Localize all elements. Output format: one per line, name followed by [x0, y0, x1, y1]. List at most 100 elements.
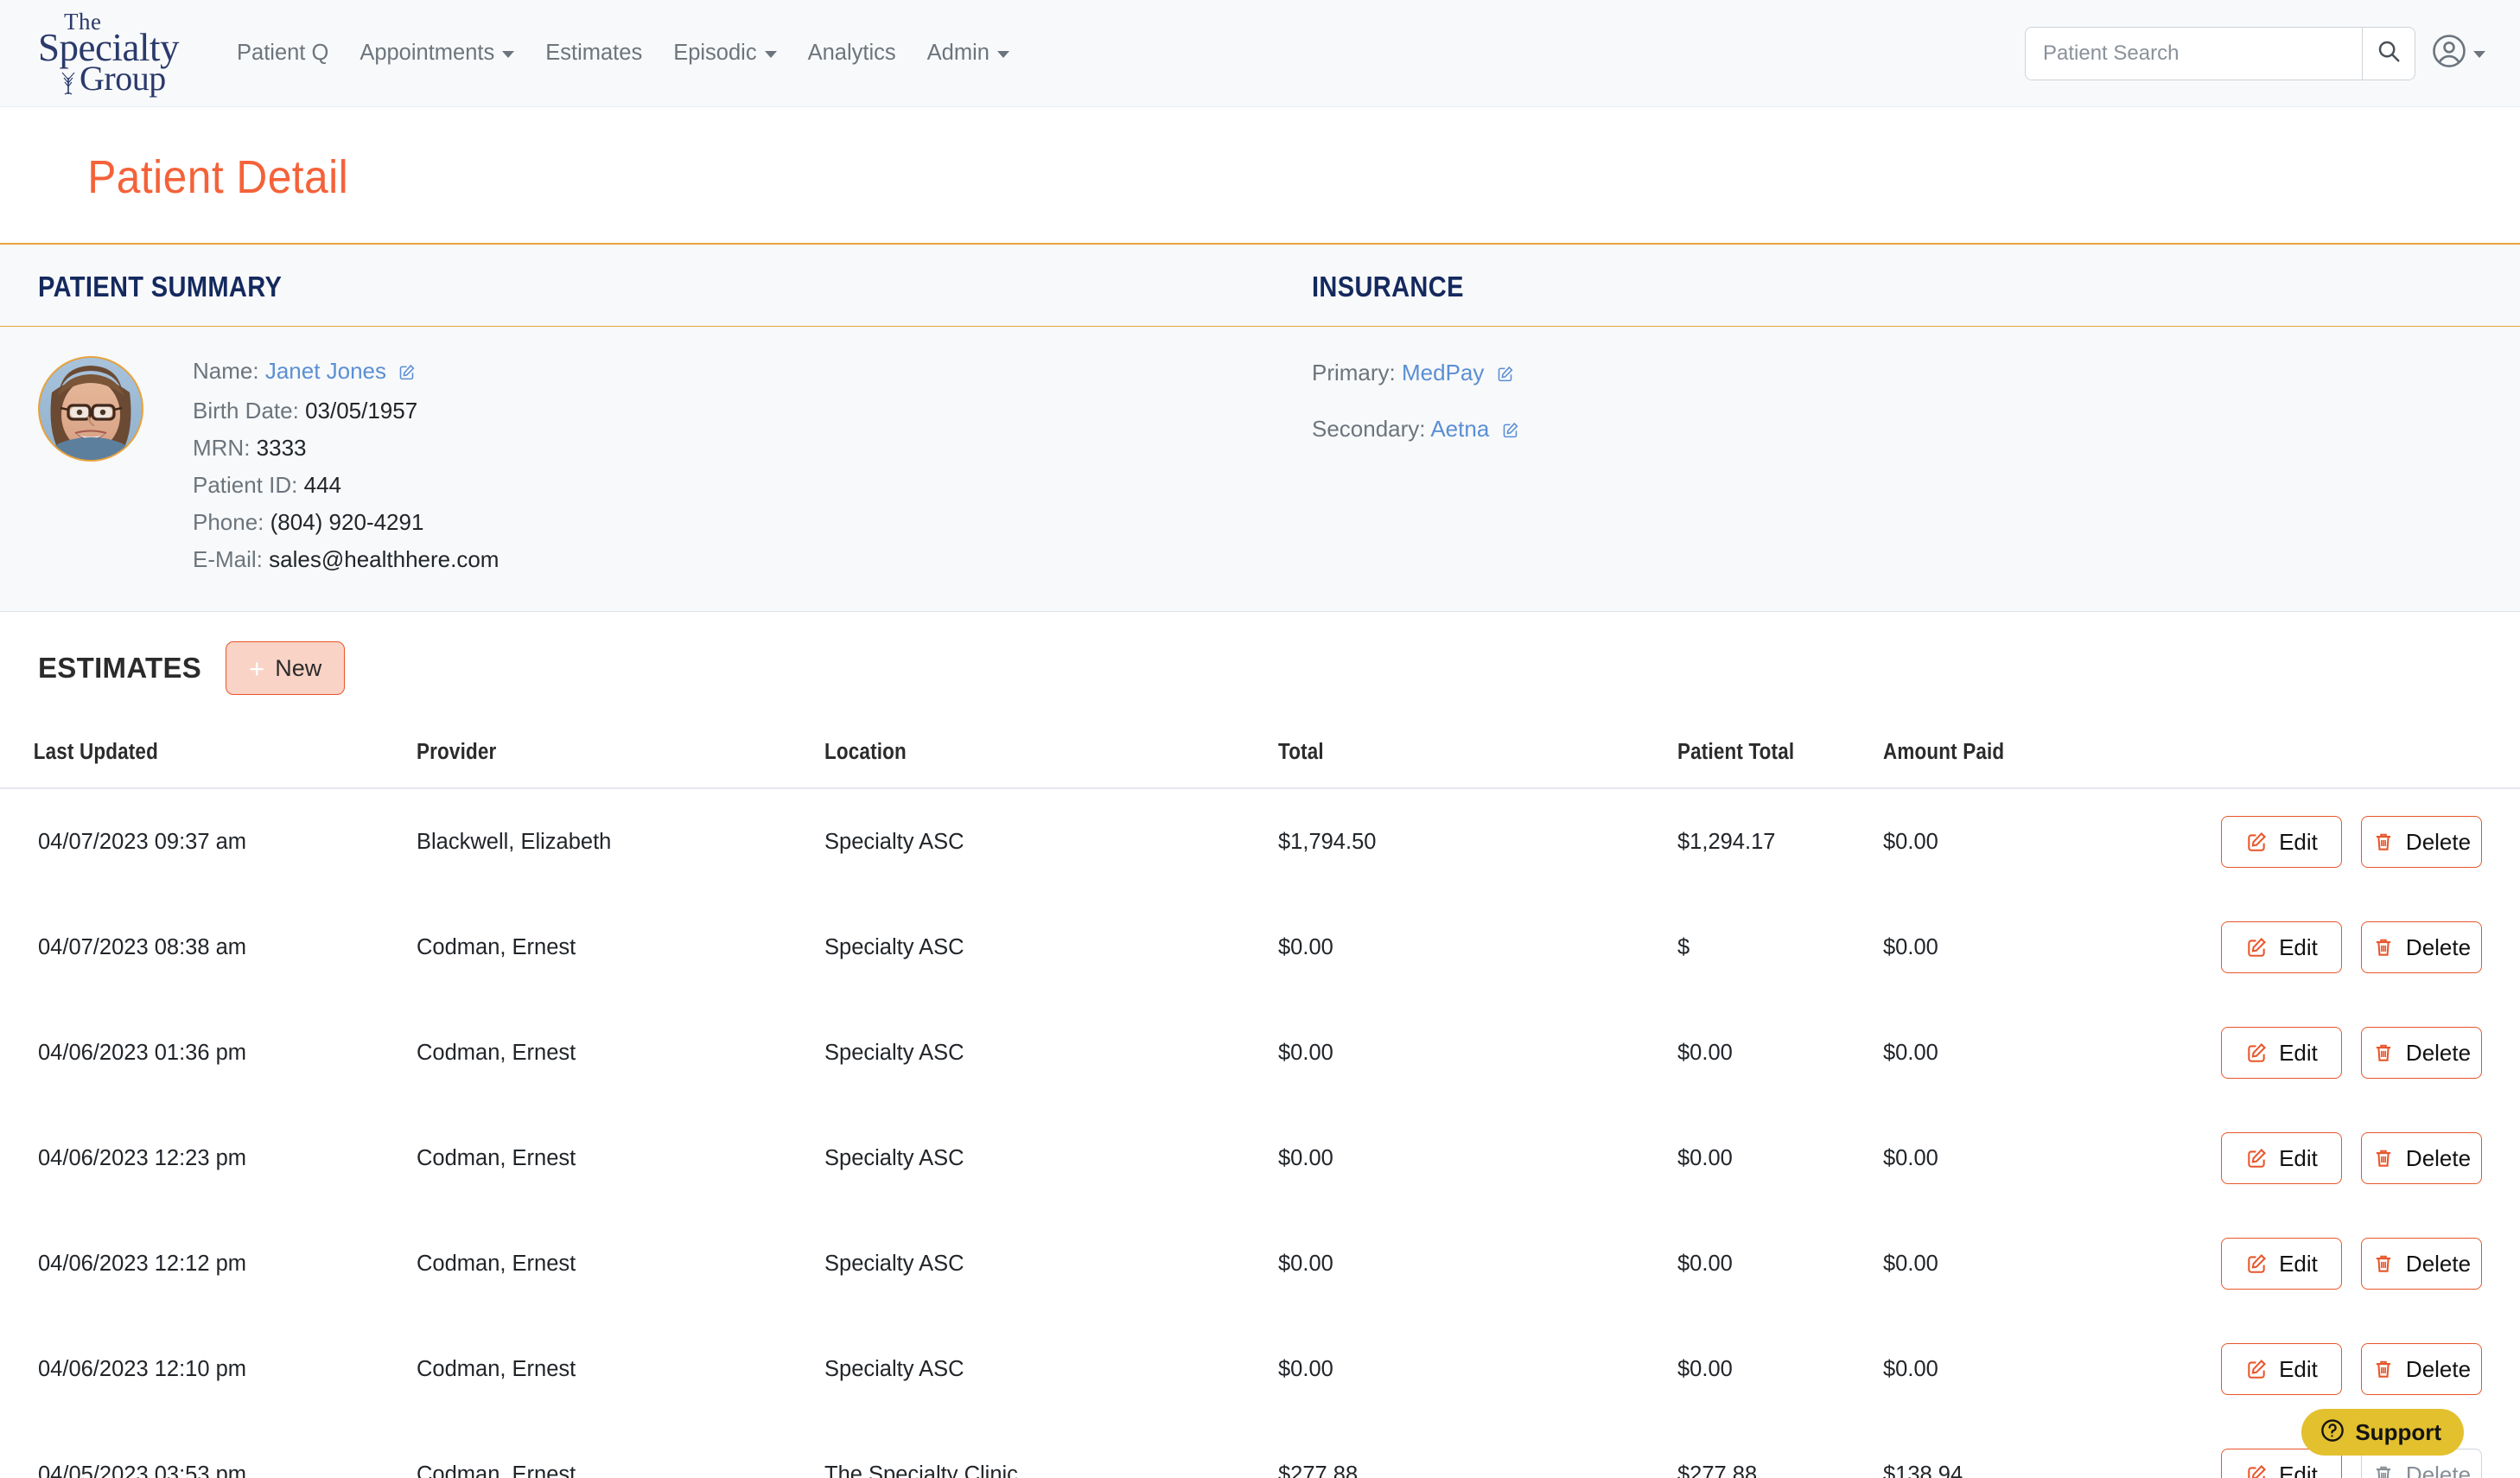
- nav-item-appointments[interactable]: Appointments: [344, 32, 530, 74]
- delete-label: Delete: [2405, 1355, 2472, 1382]
- edit-button[interactable]: Edit: [2221, 1343, 2342, 1395]
- cell-patient-total: $0.00: [1677, 1040, 1733, 1065]
- delete-button[interactable]: Delete: [2361, 1343, 2482, 1395]
- edit-label: Edit: [2279, 828, 2318, 855]
- edit-button[interactable]: Edit: [2221, 1238, 2342, 1290]
- column-header-total[interactable]: Total: [1278, 721, 1630, 789]
- summary-body-row: Name: Janet Jones Birth Date: 03/05/1957: [0, 327, 2520, 612]
- edit-button[interactable]: Edit: [2221, 816, 2342, 868]
- field-email: E-Mail: sales@healthhere.com: [193, 541, 499, 578]
- nav-item-episodic[interactable]: Episodic: [658, 32, 792, 74]
- delete-button[interactable]: Delete: [2361, 1132, 2482, 1184]
- insurance-heading-col: INSURANCE: [1279, 271, 2520, 303]
- column-header-amount-paid[interactable]: Amount Paid: [1883, 721, 2206, 789]
- cell-amount-paid: $0.00: [1883, 934, 1938, 959]
- edit-label: Edit: [2279, 933, 2318, 960]
- cell-location: Specialty ASC: [824, 1145, 964, 1170]
- support-label: Support: [2355, 1418, 2441, 1445]
- cell-location: Specialty ASC: [824, 934, 964, 959]
- delete-label: Delete: [2405, 1039, 2472, 1066]
- cell-amount-paid: $0.00: [1883, 1145, 1938, 1170]
- cell-amount-paid: $0.00: [1883, 1356, 1938, 1381]
- field-name: Name: Janet Jones: [193, 353, 499, 392]
- support-button[interactable]: Support: [2301, 1409, 2464, 1456]
- cell-actions: Edit Delete: [2221, 895, 2520, 1000]
- cell-patient-total: $: [1677, 934, 1690, 959]
- edit-button[interactable]: Edit: [2221, 1027, 2342, 1079]
- delete-button[interactable]: Delete: [2361, 921, 2482, 973]
- cell-patient-total: $0.00: [1677, 1145, 1733, 1170]
- column-header-provider[interactable]: Provider: [417, 721, 776, 789]
- field-label: Birth Date:: [193, 398, 299, 424]
- edit-label: Edit: [2279, 1250, 2318, 1277]
- estimates-title: ESTIMATES: [38, 652, 202, 684]
- delete-label: Delete: [2405, 1144, 2472, 1171]
- summary-headings-row: PATIENT SUMMARY INSURANCE: [0, 245, 2520, 327]
- edit-button[interactable]: Edit: [2221, 921, 2342, 973]
- cell-provider: Codman, Ernest: [417, 1040, 576, 1065]
- cell-provider: Blackwell, Elizabeth: [417, 829, 612, 854]
- field-label: Patient ID:: [193, 472, 298, 498]
- chevron-down-icon: [2473, 51, 2485, 58]
- cell-total: $0.00: [1278, 934, 1333, 959]
- nav-item-analytics[interactable]: Analytics: [792, 32, 912, 74]
- cell-location: The Specialty Clinic: [824, 1462, 1018, 1478]
- insurance-primary-link[interactable]: MedPay: [1402, 360, 1484, 385]
- column-header-patient-total[interactable]: Patient Total: [1677, 721, 1859, 789]
- page-title: Patient Detail: [87, 151, 349, 203]
- nav-item-estimates[interactable]: Estimates: [530, 32, 658, 74]
- brand-logo[interactable]: The Specialty Group: [38, 7, 179, 100]
- edit-primary-insurance-icon[interactable]: [1496, 355, 1514, 395]
- edit-label: Edit: [2279, 1355, 2318, 1382]
- cell-last-updated: 04/06/2023 12:23 pm: [38, 1145, 247, 1170]
- pencil-square-icon: [2245, 1358, 2268, 1380]
- nav-item-patient-q[interactable]: Patient Q: [221, 32, 344, 74]
- cell-location: Specialty ASC: [824, 829, 964, 854]
- user-circle-icon: [2431, 33, 2467, 73]
- nav-label: Appointments: [360, 41, 495, 65]
- pencil-square-icon: [2245, 1042, 2268, 1064]
- cell-actions: Edit Delete: [2221, 1211, 2520, 1316]
- trash-icon: [2372, 831, 2395, 853]
- column-header-last-updated[interactable]: Last Updated: [0, 721, 367, 789]
- row-action-group: Edit Delete: [2221, 921, 2520, 973]
- chevron-down-icon: [764, 51, 777, 58]
- table-row: 04/05/2023 03:53 pm Codman, Ernest The Spe…: [0, 1422, 2520, 1478]
- search-input[interactable]: [2025, 26, 2362, 80]
- delete-label: Delete: [2405, 1461, 2472, 1478]
- table-row: 04/07/2023 09:37 am Blackwell, Elizabeth S…: [0, 788, 2520, 895]
- delete-button[interactable]: Delete: [2361, 1027, 2482, 1079]
- new-estimate-button[interactable]: + New: [226, 641, 346, 695]
- user-menu[interactable]: [2431, 33, 2489, 73]
- patient-name-link[interactable]: Janet Jones: [265, 358, 386, 384]
- field-value: sales@healthhere.com: [269, 546, 500, 572]
- delete-label: Delete: [2405, 1250, 2472, 1277]
- table-header-row: Last Updated Provider Location Total Pat…: [0, 721, 2520, 789]
- edit-secondary-insurance-icon[interactable]: [1501, 411, 1519, 451]
- nav-item-admin[interactable]: Admin: [912, 32, 1025, 74]
- insurance-primary-row: Primary: MedPay: [1312, 353, 2520, 395]
- edit-label: Edit: [2279, 1144, 2318, 1171]
- nav-label: Estimates: [545, 41, 643, 65]
- search-button[interactable]: [2362, 26, 2415, 80]
- row-action-group: Edit Delete: [2221, 1343, 2520, 1395]
- delete-button[interactable]: Delete: [2361, 816, 2482, 868]
- navbar-right: [2025, 26, 2489, 80]
- delete-label: Delete: [2405, 933, 2472, 960]
- row-action-group: Edit Delete: [2221, 1132, 2520, 1184]
- field-phone: Phone: (804) 920-4291: [193, 504, 499, 541]
- row-action-group: Edit Delete: [2221, 1027, 2520, 1079]
- cell-total: $0.00: [1278, 1251, 1333, 1276]
- delete-button[interactable]: Delete: [2361, 1238, 2482, 1290]
- insurance-secondary-link[interactable]: Aetna: [1430, 416, 1489, 442]
- edit-button[interactable]: Edit: [2221, 1132, 2342, 1184]
- column-header-location[interactable]: Location: [824, 721, 1224, 789]
- cell-location: Specialty ASC: [824, 1251, 964, 1276]
- cell-amount-paid: $138.94: [1883, 1462, 1963, 1478]
- patient-fields: Name: Janet Jones Birth Date: 03/05/1957: [143, 351, 499, 578]
- insurance-secondary-row: Secondary: Aetna: [1312, 409, 2520, 451]
- edit-name-icon[interactable]: [398, 355, 416, 392]
- table-row: 04/06/2023 12:23 pm Codman, Ernest Special…: [0, 1105, 2520, 1211]
- row-action-group: Edit Delete: [2221, 1238, 2520, 1290]
- cell-actions: Edit Delete: [2221, 788, 2520, 895]
